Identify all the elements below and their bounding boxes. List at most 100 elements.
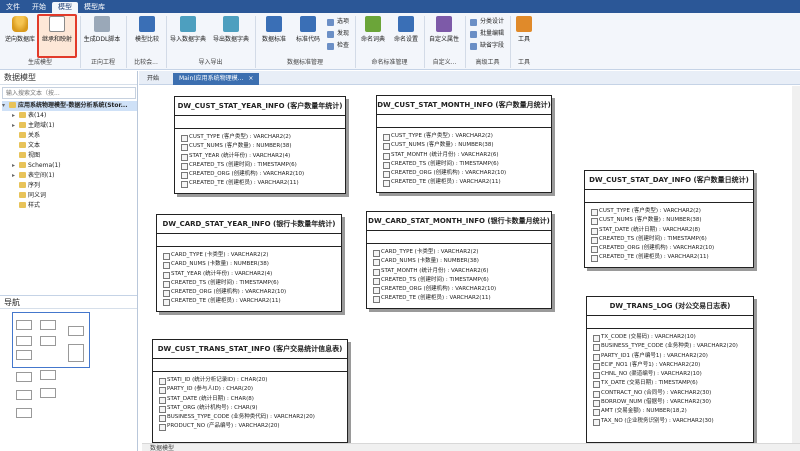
entity-attribute[interactable]: CREATED_TS (创建时间) : TIMESTAMP(6) — [373, 276, 551, 286]
tools-button[interactable]: 工具 — [512, 16, 536, 52]
entity-attribute[interactable]: PRODUCT_NO (产品编号) : VARCHAR2(20) — [159, 422, 347, 432]
missing-fields-button[interactable]: 缺省字段 — [470, 41, 504, 51]
entity-attribute[interactable]: STAT_DATE (统计日期) : CHAR(8) — [159, 395, 347, 404]
entity-attribute[interactable]: CREATED_ORG (创建机构) : VARCHAR2(10) — [163, 288, 341, 298]
standard-code-button[interactable]: 标准代码 — [292, 16, 324, 52]
primary-key-section — [367, 231, 551, 244]
entity-dw-card-stat-month-info[interactable]: DW_CARD_STAT_MONTH_INFO (银行卡数量月统计) CARD_T… — [366, 211, 552, 309]
tab-main-diagram[interactable]: Main(应用系统物理模... × — [173, 73, 260, 85]
entity-attribute[interactable]: CREATED_TS (创建时间) : TIMESTAMP(6) — [591, 235, 753, 245]
entity-attribute[interactable]: CREATED_TS (创建时间) : TIMESTAMP(6) — [163, 279, 341, 289]
naming-settings-button[interactable]: 命名设置 — [390, 16, 422, 52]
tree-item[interactable]: ▸ Schema(1) — [2, 161, 137, 171]
data-standard-button[interactable]: 数据标准 — [258, 16, 290, 52]
entity-dw-cust-trans-stat-info[interactable]: DW_CUST_TRANS_STAT_INFO (客户交易统计信息表) STATI… — [152, 339, 348, 443]
model-compare-button[interactable]: 模型比较 — [130, 16, 164, 52]
entity-dw-cust-stat-year-info[interactable]: DW_CUST_STAT_YEAR_INFO (客户数量年统计) CUST_TYP… — [174, 96, 346, 194]
options-button[interactable]: 选项 — [327, 17, 349, 27]
reverse-database-button[interactable]: 逆向数据库 — [2, 16, 38, 52]
entity-attribute[interactable]: STAT_MONTH (统计月份) : VARCHAR2(6) — [373, 267, 551, 276]
entity-dw-cust-stat-day-info[interactable]: DW_CUST_STAT_DAY_INFO (客户数量日统计) CUST_TYPE… — [584, 170, 754, 268]
tree-item[interactable]: 视图 — [2, 151, 137, 161]
tree-item[interactable]: ▸ 表空间(1) — [2, 171, 137, 181]
tree-item[interactable]: 样式 — [2, 201, 137, 211]
tree-item[interactable]: ▸ 主题域(1) — [2, 121, 137, 131]
vertical-scrollbar[interactable] — [792, 86, 800, 443]
batch-edit-button[interactable]: 批量编辑 — [470, 29, 504, 39]
entity-attribute[interactable]: ECIF_NO1 (客户号1) : VARCHAR2(20) — [593, 361, 753, 371]
expander-icon[interactable]: ▸ — [12, 161, 19, 171]
entity-attribute[interactable]: BORROW_NUM (借据号) : VARCHAR2(30) — [593, 398, 753, 408]
entity-attribute[interactable]: BUSINESS_TYPE_CODE (业务种类) : VARCHAR2(20) — [593, 342, 753, 352]
entity-attribute[interactable]: CUST_TYPE (客户类型) : VARCHAR2(2) — [383, 132, 551, 142]
entity-attribute[interactable]: CREATED_TE (创建柜员) : VARCHAR2(11) — [163, 297, 341, 307]
export-dictionary-button[interactable]: 导出数据字典 — [210, 16, 252, 52]
entity-dw-trans-log[interactable]: DW_TRANS_LOG (对公交易日志表) TX_CODE (交易码) : VA… — [586, 296, 754, 443]
entity-attribute[interactable]: STAT_YEAR (统计年份) : VARCHAR2(4) — [163, 270, 341, 279]
entity-dw-cust-stat-month-info[interactable]: DW_CUST_STAT_MONTH_INFO (客户数量月统计) CUST_TY… — [376, 95, 552, 193]
entity-attribute[interactable]: BUSINESS_TYPE_CODE (业务种类代码) : VARCHAR2(2… — [159, 413, 347, 423]
classify-design-button[interactable]: 分类设计 — [470, 17, 504, 27]
entity-attribute[interactable]: CREATED_TE (创建柜员) : VARCHAR2(11) — [383, 178, 551, 188]
tab-start[interactable]: 开始 — [141, 73, 165, 85]
entity-attribute[interactable]: TX_CODE (交易码) : VARCHAR2(10) — [593, 333, 753, 343]
tree-item[interactable]: 文本 — [2, 141, 137, 151]
expander-icon[interactable]: ▾ — [2, 101, 9, 111]
tree-item[interactable]: 序列 — [2, 181, 137, 191]
generate-ddl-button[interactable]: 生成DDL脚本 — [82, 16, 122, 52]
entity-attribute[interactable]: CUST_TYPE (客户类型) : VARCHAR2(2) — [591, 207, 753, 217]
entity-attribute[interactable]: CREATED_ORG (创建机构) : VARCHAR2(10) — [181, 170, 345, 180]
tree-item[interactable]: 同义词 — [2, 191, 137, 201]
search-input[interactable] — [2, 87, 136, 99]
entity-attribute[interactable]: AMT (交易金额) : NUMBER(18,2) — [593, 407, 753, 417]
entity-attribute[interactable]: CONTRACT_NO (合同号) : VARCHAR2(30) — [593, 389, 753, 399]
diagram-canvas[interactable]: DW_CUST_STAT_YEAR_INFO (客户数量年统计) CUST_TYP… — [142, 86, 800, 443]
entity-attribute[interactable]: CUST_NUMS (客户数量) : NUMBER(38) — [383, 141, 551, 151]
entity-attribute[interactable]: CREATED_TS (创建时间) : TIMESTAMP(6) — [181, 161, 345, 171]
entity-attribute[interactable]: CUST_NUMS (客户数量) : NUMBER(38) — [591, 216, 753, 226]
entity-attribute[interactable]: CREATED_TE (创建柜员) : VARCHAR2(11) — [591, 253, 753, 263]
menu-tab-model[interactable]: 模型 — [52, 2, 78, 13]
custom-attribute-button[interactable]: 自定义属性 — [425, 16, 463, 52]
entity-attribute[interactable]: CARD_NUMS (卡数量) : NUMBER(38) — [373, 257, 551, 267]
inherit-mapping-button[interactable]: 继承和映射 — [37, 14, 77, 58]
check-button[interactable]: 检查 — [327, 41, 349, 51]
entity-attribute[interactable]: CREATED_ORG (创建机构) : VARCHAR2(10) — [383, 169, 551, 179]
entity-attribute[interactable]: TAX_NO (企业税务识别号) : VARCHAR2(30) — [593, 417, 753, 426]
entity-attribute[interactable]: STAT_YEAR (统计年份) : VARCHAR2(4) — [181, 152, 345, 161]
tree-item[interactable]: 关系 — [2, 131, 137, 141]
entity-attribute[interactable]: CREATED_ORG (创建机构) : VARCHAR2(10) — [373, 285, 551, 295]
entity-attribute[interactable]: CREATED_TE (创建柜员) : VARCHAR2(11) — [373, 294, 551, 304]
entity-attribute[interactable]: STAT_ORG (统计机构号) : CHAR(9) — [159, 404, 347, 414]
expander-icon[interactable]: ▸ — [12, 111, 19, 121]
tree-item[interactable]: ▾ 应用系统物理模型-数据分析系统(Stor... — [2, 101, 137, 111]
entity-attribute[interactable]: STATI_ID (统计分析记录ID) : CHAR(20) — [159, 376, 347, 386]
horizontal-scrollbar[interactable] — [142, 443, 800, 451]
entity-dw-card-stat-year-info[interactable]: DW_CARD_STAT_YEAR_INFO (银行卡数量年统计) CARD_TY… — [156, 214, 342, 312]
entity-attribute[interactable]: PARTY_ID (参与人ID) : CHAR(20) — [159, 385, 347, 395]
tree-item[interactable]: ▸ 表(14) — [2, 111, 137, 121]
entity-attribute[interactable]: CUST_NUMS (客户数量) : NUMBER(38) — [181, 142, 345, 152]
close-icon[interactable]: × — [248, 75, 253, 82]
entity-attribute[interactable]: STAT_MONTH (统计月份) : VARCHAR2(6) — [383, 151, 551, 160]
import-dictionary-button[interactable]: 导入数据字典 — [167, 16, 209, 52]
entity-attribute[interactable]: CREATED_TE (创建柜员) : VARCHAR2(11) — [181, 179, 345, 189]
menu-tab-home[interactable]: 开始 — [26, 2, 52, 13]
navigator-minimap[interactable] — [8, 312, 108, 447]
expander-icon[interactable]: ▸ — [12, 171, 19, 181]
entity-attribute[interactable]: CREATED_ORG (创建机构) : VARCHAR2(10) — [591, 244, 753, 254]
menu-tab-file[interactable]: 文件 — [0, 2, 26, 13]
naming-dictionary-button[interactable]: 命名词典 — [357, 16, 389, 52]
entity-attribute[interactable]: CHNL_NO (渠道编号) : VARCHAR2(10) — [593, 370, 753, 380]
expander-icon[interactable]: ▸ — [12, 121, 19, 131]
menu-tab-model-library[interactable]: 模型库 — [78, 2, 111, 13]
entity-attribute[interactable]: PARTY_ID1 (客户编号1) : VARCHAR2(20) — [593, 352, 753, 361]
entity-attribute[interactable]: CARD_TYPE (卡类型) : VARCHAR2(2) — [163, 251, 341, 261]
publish-button[interactable]: 发现 — [327, 29, 349, 39]
entity-attribute[interactable]: STAT_DATE (统计日期) : VARCHAR2(8) — [591, 226, 753, 235]
entity-attribute[interactable]: CREATED_TS (创建时间) : TIMESTAMP(6) — [383, 160, 551, 170]
entity-attribute[interactable]: CARD_TYPE (卡类型) : VARCHAR2(2) — [373, 248, 551, 258]
entity-attribute[interactable]: TX_DATE (交易日期) : TIMESTAMP(6) — [593, 379, 753, 389]
entity-attribute[interactable]: CARD_NUMS (卡数量) : NUMBER(38) — [163, 260, 341, 270]
entity-attribute[interactable]: CUST_TYPE (客户类型) : VARCHAR2(2) — [181, 133, 345, 143]
